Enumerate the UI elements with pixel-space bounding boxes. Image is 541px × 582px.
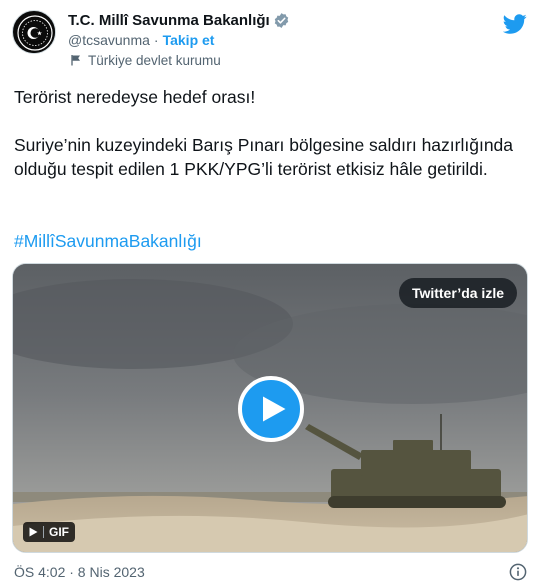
- ministry-emblem-icon: [14, 12, 55, 53]
- account-label: Türkiye devlet kurumu: [88, 52, 221, 68]
- flag-icon: [71, 55, 80, 66]
- play-icon: [263, 396, 286, 422]
- tweet-text-paragraph: Suriye’nin kuzeyindeki Barış Pınarı bölg…: [14, 135, 514, 179]
- gif-badge[interactable]: GIF: [23, 522, 75, 542]
- author-handle[interactable]: @tcsavunma: [68, 32, 150, 48]
- info-icon[interactable]: [509, 563, 527, 581]
- play-button[interactable]: [238, 376, 304, 442]
- handle-separator: ·: [153, 32, 159, 48]
- follow-button[interactable]: Takip et: [163, 32, 215, 48]
- watch-on-twitter-button[interactable]: Twitter’da izle: [398, 278, 517, 308]
- play-icon: [29, 527, 38, 537]
- verified-badge-icon: [274, 12, 288, 28]
- gif-badge-divider: [43, 526, 44, 538]
- author-avatar[interactable]: [12, 10, 56, 54]
- tweet-header: T.C. Millî Savunma Bakanlığı @tcsavunma …: [12, 8, 529, 72]
- twitter-bird-icon[interactable]: [503, 12, 527, 36]
- tweet-text-line1: Terörist neredeyse hedef orası!: [14, 87, 256, 107]
- video-media[interactable]: Twitter’da izle GIF: [12, 263, 528, 553]
- gif-label: GIF: [49, 525, 69, 539]
- hashtag-link[interactable]: #MillîSavunmaBakanlığı: [14, 229, 202, 253]
- tweet-timestamp[interactable]: ÖS 4:02 · 8 Nis 2023: [14, 564, 145, 580]
- author-display-name[interactable]: T.C. Millî Savunma Bakanlığı: [68, 12, 270, 29]
